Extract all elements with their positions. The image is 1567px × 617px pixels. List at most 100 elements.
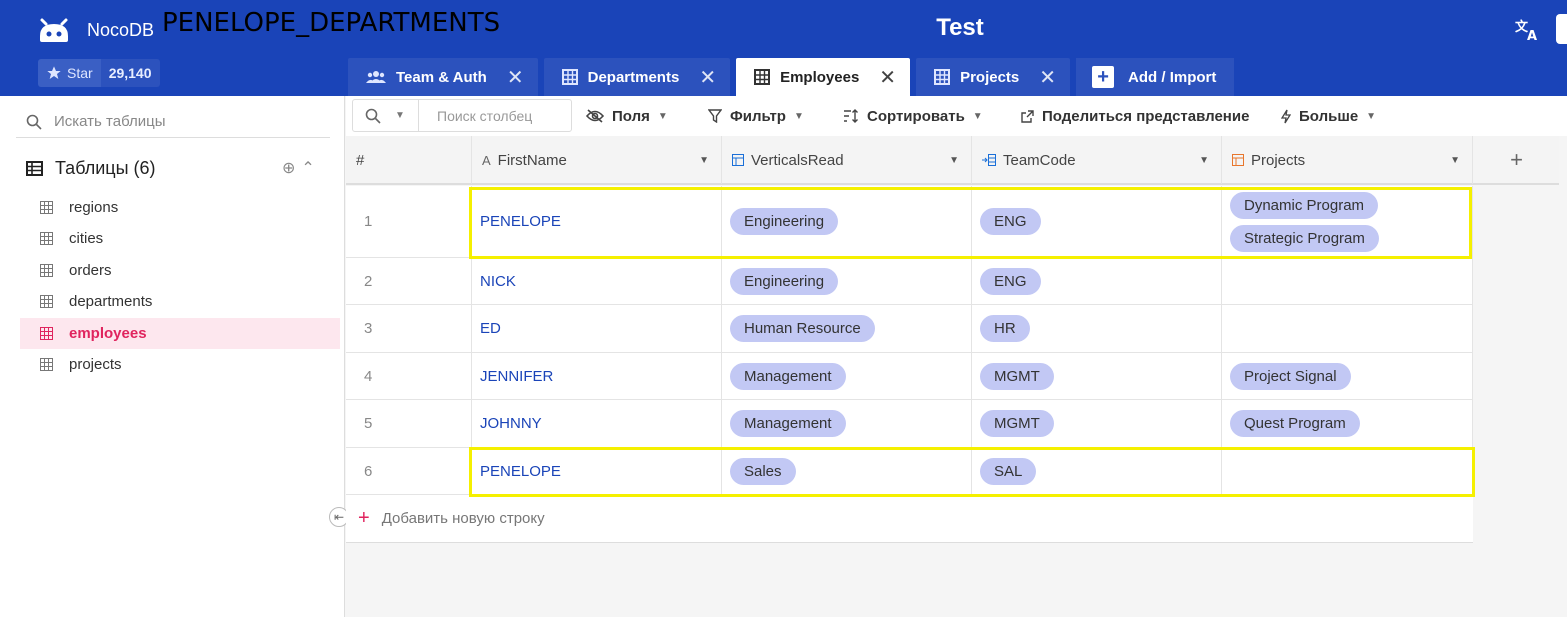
verticals-cell[interactable]: Sales [722, 448, 972, 494]
projects-cell[interactable] [1222, 305, 1473, 352]
sidebar: Искать таблицы Таблицы (6) ⊕ ⌃ regions c… [0, 96, 349, 617]
chevron-down-icon[interactable]: ▼ [1450, 155, 1460, 166]
sidebar-item-employees[interactable]: employees [20, 318, 340, 349]
sidebar-item-departments[interactable]: departments [20, 286, 340, 317]
teamcode-cell[interactable]: SAL [972, 448, 1222, 494]
verticals-cell[interactable]: Engineering [722, 186, 972, 257]
teamcode-cell[interactable]: ENG [972, 258, 1222, 304]
projects-cell[interactable]: Dynamic Program Strategic Program [1222, 186, 1473, 257]
header-edge-element[interactable] [1556, 14, 1567, 44]
chevron-down-icon: ▼ [793, 110, 804, 122]
search-icon [365, 108, 381, 124]
add-import-button[interactable]: + Add / Import [1076, 58, 1235, 96]
link-chip[interactable]: Management [730, 362, 846, 390]
app-name[interactable]: NocoDB [87, 20, 154, 41]
projects-cell[interactable] [1222, 258, 1473, 304]
tab-projects[interactable]: Projects ✕ [916, 58, 1071, 96]
link-chip[interactable]: Management [730, 410, 846, 437]
table-icon [40, 295, 53, 308]
column-header-label: # [356, 151, 365, 169]
verticals-cell[interactable]: Management [722, 400, 972, 447]
table-row[interactable]: 5 JOHNNY Management MGMT Quest Program [346, 400, 1473, 448]
translate-icon[interactable]: 文 A [1515, 18, 1541, 42]
tab-label: Team & Auth [396, 68, 487, 86]
tab-employees[interactable]: Employees ✕ [736, 58, 911, 96]
link-chip[interactable]: Sales [730, 457, 796, 485]
teamcode-cell[interactable]: MGMT [972, 353, 1222, 399]
column-header-teamcode[interactable]: TeamCode ▼ [972, 136, 1222, 184]
firstname-cell[interactable]: JENNIFER [472, 353, 722, 399]
firstname-cell[interactable]: PENELOPE [472, 448, 722, 494]
nocodb-logo-icon[interactable] [36, 14, 72, 46]
sidebar-item-projects[interactable]: projects [20, 349, 340, 380]
chevron-up-icon[interactable]: ⌃ [301, 158, 314, 178]
row-number: 5 [346, 400, 472, 447]
star-icon [47, 66, 61, 79]
link-chip[interactable]: Engineering [730, 208, 839, 235]
add-column-button[interactable]: + [1474, 136, 1559, 184]
close-icon[interactable]: ✕ [699, 65, 716, 90]
sidebar-item-cities[interactable]: cities [20, 223, 340, 254]
text-type-icon: A [482, 152, 491, 168]
add-table-icon[interactable]: ⊕ [282, 158, 295, 178]
verticals-cell[interactable]: Engineering [722, 258, 972, 304]
overlay-title: PENELOPE_DEPARTMENTS [162, 8, 501, 38]
firstname-cell[interactable]: PENELOPE [472, 186, 722, 257]
verticals-cell[interactable]: Management [722, 353, 972, 399]
table-row[interactable]: 4 JENNIFER Management MGMT Project Signa… [346, 353, 1473, 400]
column-header-projects[interactable]: Projects ▼ [1222, 136, 1473, 184]
close-icon[interactable]: ✕ [507, 65, 524, 90]
chevron-down-icon[interactable]: ▼ [1199, 155, 1209, 166]
tab-label: Departments [587, 68, 680, 86]
link-chip[interactable]: Human Resource [730, 315, 875, 342]
sidebar-item-label: regions [69, 199, 119, 216]
verticals-cell[interactable]: Human Resource [722, 305, 972, 352]
link-chip[interactable]: Dynamic Program [1230, 191, 1379, 219]
tab-departments[interactable]: Departments ✕ [543, 58, 731, 96]
sidebar-item-orders[interactable]: orders [20, 255, 340, 286]
fields-button[interactable]: Поля ▼ [586, 96, 668, 136]
table-row[interactable]: 3 ED Human Resource HR [346, 305, 1473, 353]
sort-icon [844, 109, 858, 123]
share-label: Поделиться представление [1042, 107, 1250, 125]
projects-cell[interactable] [1222, 448, 1473, 494]
firstname-cell[interactable]: NICK [472, 258, 722, 304]
close-icon[interactable]: ✕ [879, 65, 896, 90]
projects-cell[interactable]: Quest Program [1222, 400, 1473, 447]
more-button[interactable]: Больше ▼ [1281, 96, 1376, 136]
firstname-cell[interactable]: ED [472, 305, 722, 352]
table-row[interactable]: 2 NICK Engineering ENG [346, 258, 1473, 305]
column-search-input[interactable]: ▼ Поиск столбец [352, 99, 572, 132]
link-chip[interactable]: Quest Program [1230, 410, 1360, 437]
teamcode-cell[interactable]: HR [972, 305, 1222, 352]
filter-button[interactable]: Фильтр ▼ [708, 96, 804, 136]
table-row[interactable]: 1 PENELOPE Engineering ENG Dynamic Progr… [346, 186, 1473, 258]
link-icon [1232, 154, 1244, 166]
tab-team-auth[interactable]: Team & Auth ✕ [348, 58, 538, 96]
teamcode-cell[interactable]: MGMT [972, 400, 1222, 447]
link-chip[interactable]: Strategic Program [1230, 224, 1379, 252]
close-icon[interactable]: ✕ [1039, 65, 1056, 90]
column-header-verticalsread[interactable]: VerticalsRead ▼ [722, 136, 972, 184]
top-header: NocoDB PENELOPE_DEPARTMENTS Test Star 29… [0, 0, 1567, 96]
link-chip[interactable]: Engineering [730, 267, 839, 295]
share-view-button[interactable]: Поделиться представление [1021, 96, 1249, 136]
add-new-row-button[interactable]: + Добавить новую строку [346, 495, 1473, 543]
column-search-placeholder: Поиск столбец [437, 107, 533, 124]
more-label: Больше [1299, 107, 1359, 125]
sort-button[interactable]: Сортировать ▼ [843, 96, 983, 136]
table-icon [40, 201, 53, 214]
projects-cell[interactable]: Project Signal [1222, 353, 1473, 399]
table-search-input[interactable]: Искать таблицы [16, 106, 330, 138]
table-row[interactable]: 6 PENELOPE Sales SAL [346, 448, 1473, 495]
firstname-cell[interactable]: JOHNNY [472, 400, 722, 447]
sidebar-item-regions[interactable]: regions [20, 192, 340, 223]
chevron-down-icon[interactable]: ▼ [949, 155, 959, 166]
open-in-new-icon [1021, 109, 1034, 123]
teamcode-cell[interactable]: ENG [972, 186, 1222, 257]
github-star-button[interactable]: Star 29,140 [38, 59, 160, 87]
link-chip[interactable]: Project Signal [1230, 362, 1351, 390]
column-header-firstname[interactable]: A FirstName ▼ [472, 136, 722, 184]
link-icon [732, 154, 744, 166]
chevron-down-icon[interactable]: ▼ [699, 155, 709, 166]
